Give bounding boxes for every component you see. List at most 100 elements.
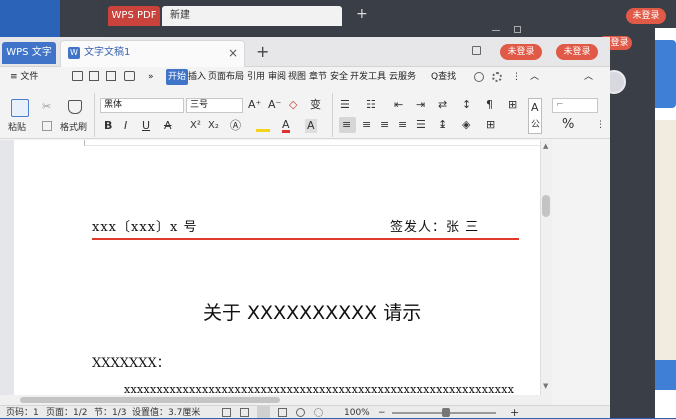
- scroll-down-icon[interactable]: ▼: [543, 382, 548, 390]
- zoom-slider-handle[interactable]: [442, 408, 450, 417]
- underline-button[interactable]: U: [142, 119, 150, 133]
- chinese-layout-icon[interactable]: ⇄: [438, 98, 447, 112]
- pages-status[interactable]: 页面：1/2: [46, 408, 88, 418]
- strikethrough-button[interactable]: A: [164, 119, 172, 133]
- collapse-ribbon-icon-2[interactable]: ︿: [584, 69, 593, 85]
- search-button[interactable]: Q查找: [431, 69, 456, 85]
- document-title: 关于 XXXXXXXXXX 请示: [203, 302, 422, 324]
- tab-references[interactable]: 引用: [247, 69, 265, 85]
- style-gallery-label: A: [531, 101, 539, 114]
- app-tab-wps-writer[interactable]: WPS 文字: [2, 42, 56, 64]
- shrink-font-icon[interactable]: A⁻: [268, 98, 281, 112]
- horizontal-scroll-thumb[interactable]: [20, 397, 280, 403]
- shading-icon[interactable]: ◈: [462, 118, 470, 132]
- setting-value-status[interactable]: 设置值：3.7厘米: [132, 408, 200, 418]
- zoom-level[interactable]: 100%: [344, 408, 370, 418]
- web-view-icon[interactable]: [278, 408, 287, 417]
- open-folder-icon[interactable]: [72, 71, 83, 81]
- save-as-icon[interactable]: [106, 71, 116, 81]
- font-color-button[interactable]: A: [282, 119, 290, 133]
- clear-format-icon[interactable]: ◇: [289, 98, 297, 112]
- format-painter-icon[interactable]: [68, 100, 82, 114]
- font-size-select[interactable]: 三号: [186, 98, 243, 113]
- grow-font-icon[interactable]: A⁺: [248, 98, 261, 112]
- tab-insert[interactable]: 插入: [188, 69, 206, 85]
- close-tab-icon[interactable]: ×: [228, 45, 238, 61]
- distributed-icon[interactable]: ☰: [416, 118, 426, 132]
- increase-indent-icon[interactable]: ⇥: [416, 98, 425, 112]
- bullet-list-icon[interactable]: ☰: [340, 98, 350, 112]
- tab-page-layout[interactable]: 页面布局: [208, 69, 244, 85]
- tab-start[interactable]: 开始: [166, 69, 189, 85]
- more-ribbon-icon[interactable]: ⋮: [596, 118, 605, 132]
- paste-button[interactable]: 粘贴: [8, 121, 26, 135]
- smiley-icon[interactable]: [474, 72, 484, 82]
- salutation: XXXXXXX：: [92, 356, 170, 371]
- print-icon[interactable]: [124, 71, 135, 81]
- tab-security[interactable]: 安全: [330, 69, 348, 85]
- document-number: xxx〔xxx〕x 号: [92, 220, 198, 235]
- file-menu[interactable]: ≡ 文件: [10, 69, 38, 85]
- new-tab-button[interactable]: +: [256, 42, 269, 62]
- vertical-scroll-thumb[interactable]: [542, 195, 550, 217]
- line-spacing-icon[interactable]: ↨: [438, 118, 447, 132]
- phonetic-icon[interactable]: 变: [310, 98, 321, 112]
- tab-view[interactable]: 视图: [288, 69, 306, 85]
- subscript-button[interactable]: X₂: [208, 119, 219, 133]
- show-marks-icon[interactable]: ¶: [486, 98, 493, 112]
- decrease-indent-icon[interactable]: ⇤: [394, 98, 403, 112]
- zoom-in-button[interactable]: +: [510, 407, 519, 418]
- justify-icon[interactable]: ≡: [398, 118, 407, 132]
- paste-icon[interactable]: [11, 99, 29, 117]
- copy-icon[interactable]: [42, 121, 52, 131]
- table-icon[interactable]: ⊞: [508, 98, 517, 112]
- page-view-button[interactable]: [257, 406, 270, 418]
- tab-new[interactable]: 新建: [162, 6, 342, 26]
- maximize-icon[interactable]: [514, 26, 521, 33]
- eye-protection-icon[interactable]: [314, 408, 323, 417]
- italic-button[interactable]: I: [124, 119, 127, 133]
- collapse-ribbon-icon[interactable]: ︿: [530, 69, 539, 85]
- login-button[interactable]: 未登录: [500, 44, 542, 60]
- back-window-number-field[interactable]: ⌐: [552, 98, 598, 113]
- vertical-scrollbar[interactable]: [540, 140, 552, 395]
- login-button-back[interactable]: 未登录: [626, 8, 666, 24]
- superscript-button[interactable]: X²: [190, 119, 201, 133]
- percent-style-button[interactable]: %: [562, 118, 574, 132]
- tab-chapter[interactable]: 章节: [309, 69, 327, 85]
- globe-icon[interactable]: [296, 408, 305, 417]
- text-effect-icon[interactable]: Ⓐ: [230, 119, 241, 133]
- tab-review[interactable]: 审阅: [268, 69, 286, 85]
- format-painter-button[interactable]: 格式刷: [60, 121, 87, 135]
- cut-icon[interactable]: ✂: [42, 100, 51, 114]
- scroll-up-icon[interactable]: ▲: [543, 142, 548, 150]
- highlight-color-icon[interactable]: [256, 129, 270, 132]
- align-right-icon[interactable]: ≡: [380, 118, 389, 132]
- tab-wps-pdf[interactable]: WPS PDF: [108, 6, 160, 26]
- sort-icon[interactable]: ↕: [462, 98, 471, 112]
- align-center-icon[interactable]: ≡: [362, 118, 371, 132]
- tab-cloud-service[interactable]: 云服务: [389, 69, 416, 85]
- window-layout-icon[interactable]: [472, 46, 481, 55]
- zoom-out-button[interactable]: −: [378, 408, 386, 418]
- minimize-icon[interactable]: [492, 30, 500, 31]
- bold-button[interactable]: B: [104, 119, 112, 133]
- document-tab-label: 文字文稿1: [84, 47, 131, 58]
- border-icon[interactable]: ⊞: [486, 118, 495, 132]
- login-button-2[interactable]: 未登录: [556, 44, 598, 60]
- char-shading-icon[interactable]: A: [305, 119, 317, 133]
- section-status[interactable]: 节：1/3: [94, 408, 127, 418]
- outline-view-icon[interactable]: [240, 408, 249, 417]
- more-menu-icon[interactable]: »: [148, 69, 154, 85]
- new-tab-button[interactable]: +: [356, 6, 368, 22]
- style-gallery-label-2: 公: [531, 120, 541, 130]
- numbered-list-icon[interactable]: ☷: [366, 98, 376, 112]
- gear-icon[interactable]: [492, 72, 502, 82]
- signer-line: 签发人：张 三: [390, 220, 480, 235]
- read-mode-icon[interactable]: [222, 408, 231, 417]
- more-options-icon[interactable]: ⋮: [512, 69, 521, 85]
- save-icon[interactable]: [89, 71, 99, 81]
- tab-developer[interactable]: 开发工具: [350, 69, 386, 85]
- font-name-select[interactable]: 黑体: [100, 98, 184, 113]
- page-number-status[interactable]: 页码：1: [6, 408, 39, 418]
